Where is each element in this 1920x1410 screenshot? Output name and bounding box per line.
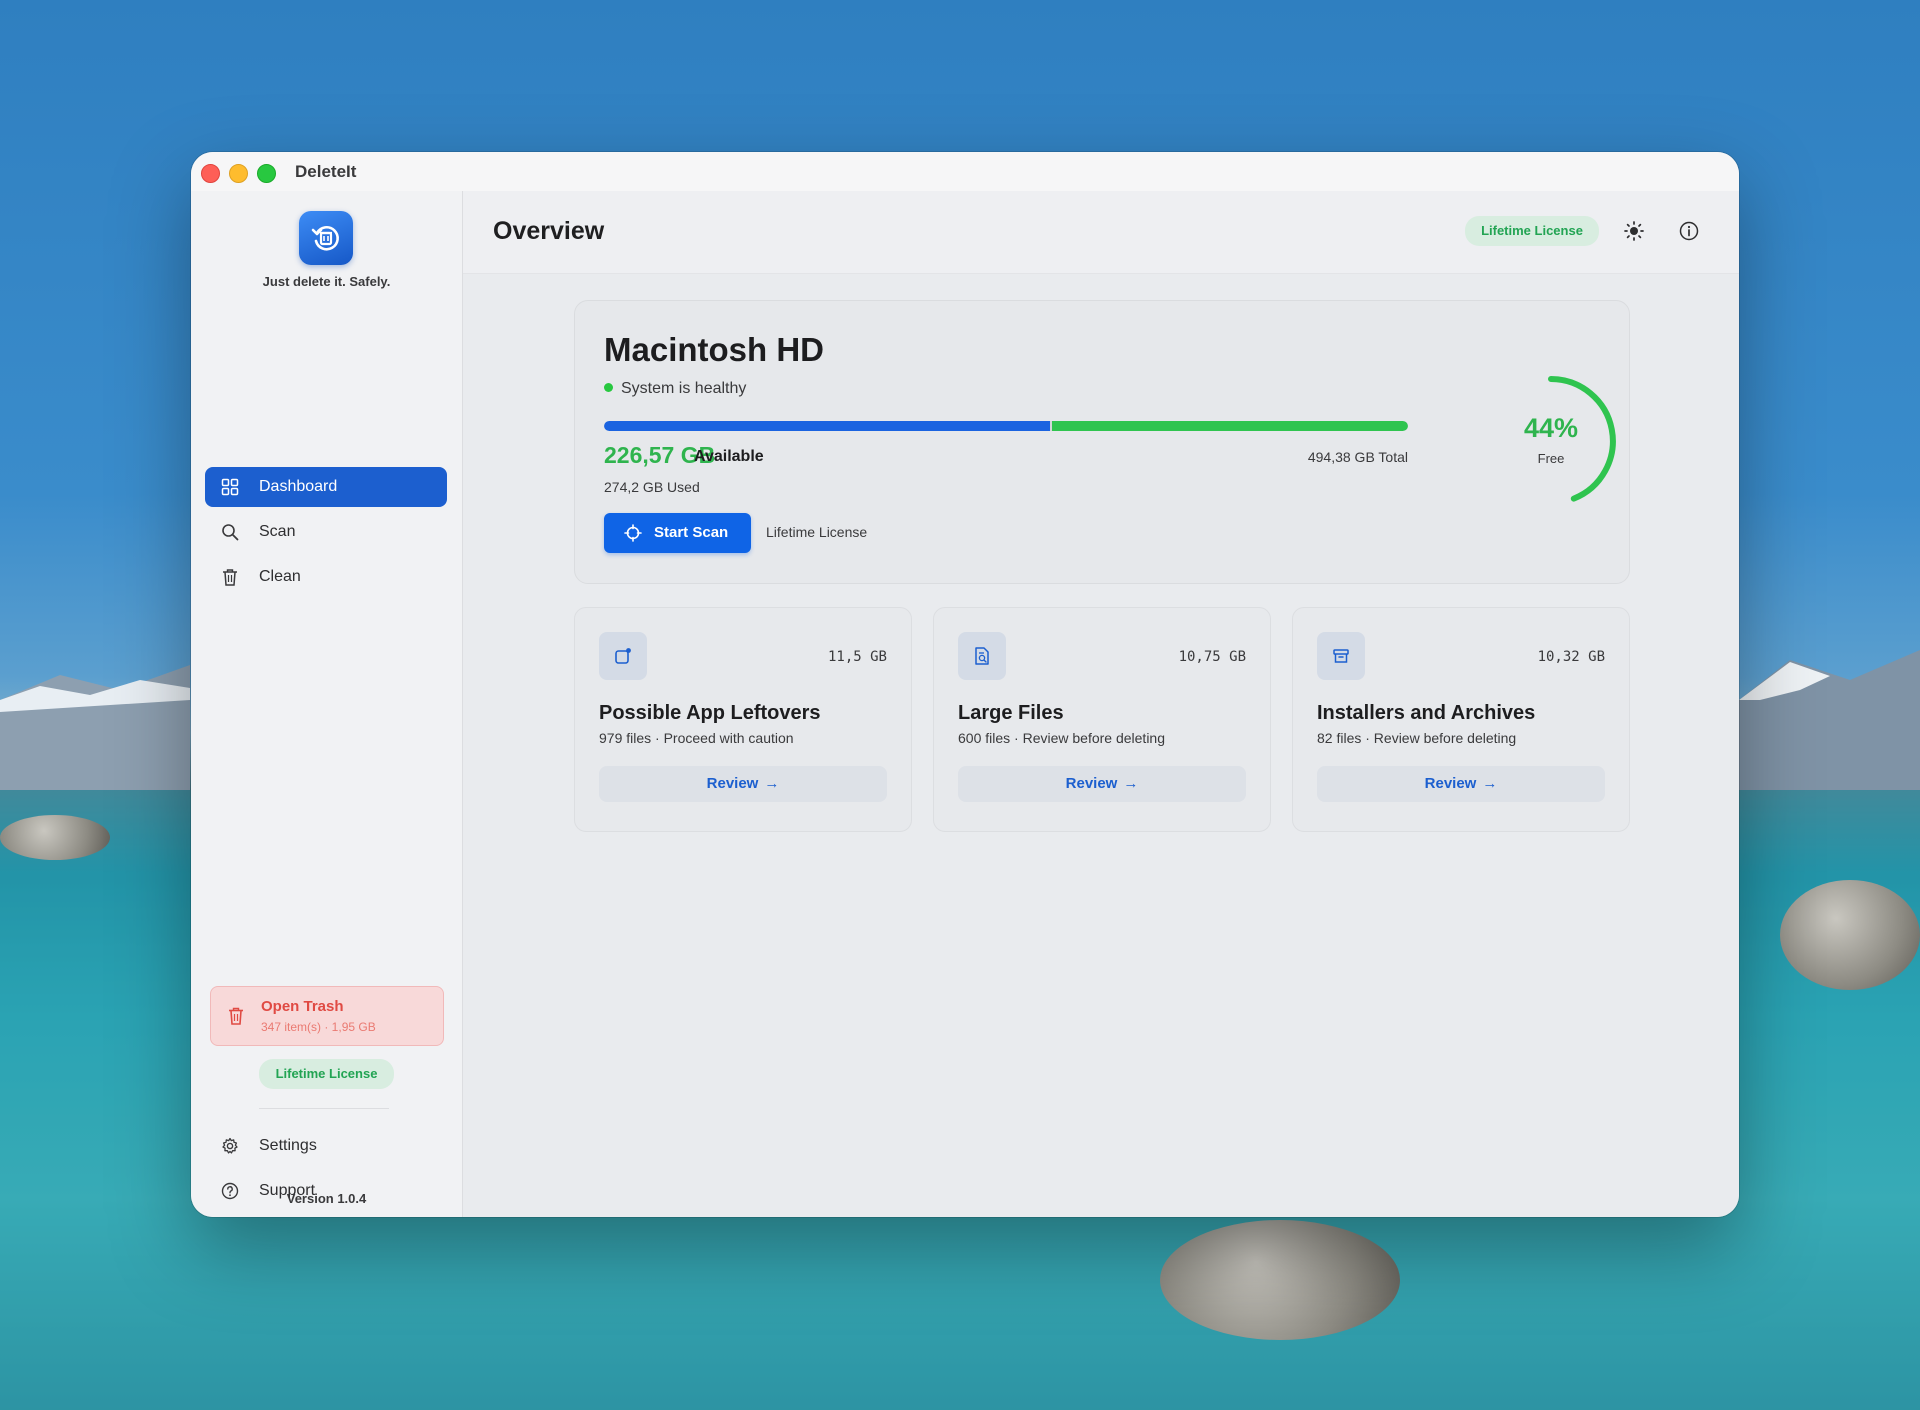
review-button[interactable]: Review → <box>958 766 1246 802</box>
health-status-text: System is healthy <box>621 380 747 397</box>
review-button[interactable]: Review → <box>599 766 887 802</box>
app-icon <box>599 632 647 680</box>
page-title: Overview <box>493 217 605 245</box>
archive-box-icon <box>1333 649 1349 663</box>
available-space-label: Available <box>694 448 764 465</box>
zoom-window-button[interactable] <box>257 164 276 183</box>
category-title: Possible App Leftovers <box>599 702 821 724</box>
trash-summary: 347 item(s) · 1,95 GB <box>261 1020 376 1034</box>
trash-icon <box>229 1007 243 1025</box>
sidebar-item-clean[interactable]: Clean <box>205 557 447 597</box>
rock <box>0 815 110 860</box>
category-subtitle: 600 files · Review before deleting <box>958 730 1166 746</box>
status-dot-icon <box>604 383 613 392</box>
review-label: Review <box>1424 775 1477 792</box>
gear-icon <box>222 1137 238 1154</box>
disk-name: Macintosh HD <box>604 331 825 368</box>
app-logo <box>299 211 353 265</box>
used-space: 274,2 GB Used <box>604 479 700 495</box>
review-label: Review <box>706 775 759 792</box>
info-icon[interactable] <box>1678 220 1700 242</box>
grid-icon <box>221 478 239 496</box>
category-subtitle: 979 files · Proceed with caution <box>599 730 794 746</box>
disk-overview-card: Macintosh HD System is healthy 226,57 GB… <box>574 300 1630 584</box>
category-size: 10,32 GB <box>1537 649 1605 665</box>
arrow-right-icon: → <box>1482 775 1498 792</box>
category-title: Large Files <box>958 702 1064 724</box>
health-status: System is healthy <box>604 380 746 398</box>
rock <box>1160 1220 1400 1340</box>
large-file-icon <box>975 647 989 665</box>
storage-bar-used <box>604 421 1050 431</box>
app-tagline: Just delete it. Safely. <box>262 274 391 289</box>
close-window-button[interactable] <box>201 164 220 183</box>
app-logo-icon <box>311 226 339 251</box>
category-title: Installers and Archives <box>1317 702 1536 724</box>
main-content: Overview Lifetime License Macintosh HD S… <box>463 191 1739 1217</box>
storage-bar-free <box>1052 421 1408 431</box>
divider <box>259 1108 389 1109</box>
top-bar: Overview Lifetime License <box>463 191 1739 274</box>
arrow-right-icon: → <box>764 775 780 792</box>
trash-icon <box>223 569 237 586</box>
license-badge: Lifetime License <box>1465 216 1599 246</box>
sidebar-item-dashboard[interactable]: Dashboard <box>205 467 447 507</box>
trash-title: Open Trash <box>261 998 344 1015</box>
app-version: Version 1.0.4 <box>286 1191 367 1206</box>
theme-toggle-sun-icon[interactable] <box>1623 220 1645 242</box>
category-size: 10,75 GB <box>1178 649 1246 665</box>
start-scan-button[interactable]: Start Scan <box>604 513 751 553</box>
archive-icon <box>1317 632 1365 680</box>
window-title: DeleteIt <box>295 162 357 181</box>
category-card-large-files: 10,75 GB Large Files 600 files · Review … <box>933 607 1271 832</box>
title-bar: DeleteIt <box>191 152 1739 192</box>
license-badge: Lifetime License <box>259 1059 394 1089</box>
search-icon <box>222 524 239 541</box>
sidebar-item-label: Dashboard <box>259 478 338 495</box>
target-icon <box>624 524 642 542</box>
review-button[interactable]: Review → <box>1317 766 1605 802</box>
free-percent: 44% <box>1523 413 1579 443</box>
review-label: Review <box>1065 775 1118 792</box>
minimize-window-button[interactable] <box>229 164 248 183</box>
file-search-icon <box>958 632 1006 680</box>
total-space: 494,38 GB Total <box>1307 449 1408 465</box>
category-subtitle: 82 files · Review before deleting <box>1317 730 1517 746</box>
sidebar-item-label: Scan <box>259 523 296 540</box>
category-card-app-leftovers: 11,5 GB Possible App Leftovers 979 files… <box>574 607 912 832</box>
license-label: Lifetime License <box>766 524 868 540</box>
rock <box>1780 880 1920 990</box>
sidebar: Just delete it. Safely. Dashboard Scan C… <box>191 191 463 1217</box>
free-label: Free <box>1537 451 1565 466</box>
open-trash-button[interactable]: Open Trash 347 item(s) · 1,95 GB <box>210 986 444 1046</box>
app-window: DeleteIt Just delete it. Safely. Dashboa… <box>191 152 1739 1217</box>
sidebar-item-label: Clean <box>259 568 301 585</box>
storage-bar <box>604 421 1408 431</box>
category-card-installers-archives: 10,32 GB Installers and Archives 82 file… <box>1292 607 1630 832</box>
arrow-right-icon: → <box>1123 775 1139 792</box>
app-leftover-icon <box>615 648 631 664</box>
category-size: 11,5 GB <box>827 649 887 665</box>
sidebar-item-label: Settings <box>259 1137 317 1154</box>
sidebar-item-settings[interactable]: Settings <box>205 1126 447 1166</box>
sidebar-item-scan[interactable]: Scan <box>205 512 447 552</box>
start-scan-label: Start Scan <box>654 524 729 541</box>
